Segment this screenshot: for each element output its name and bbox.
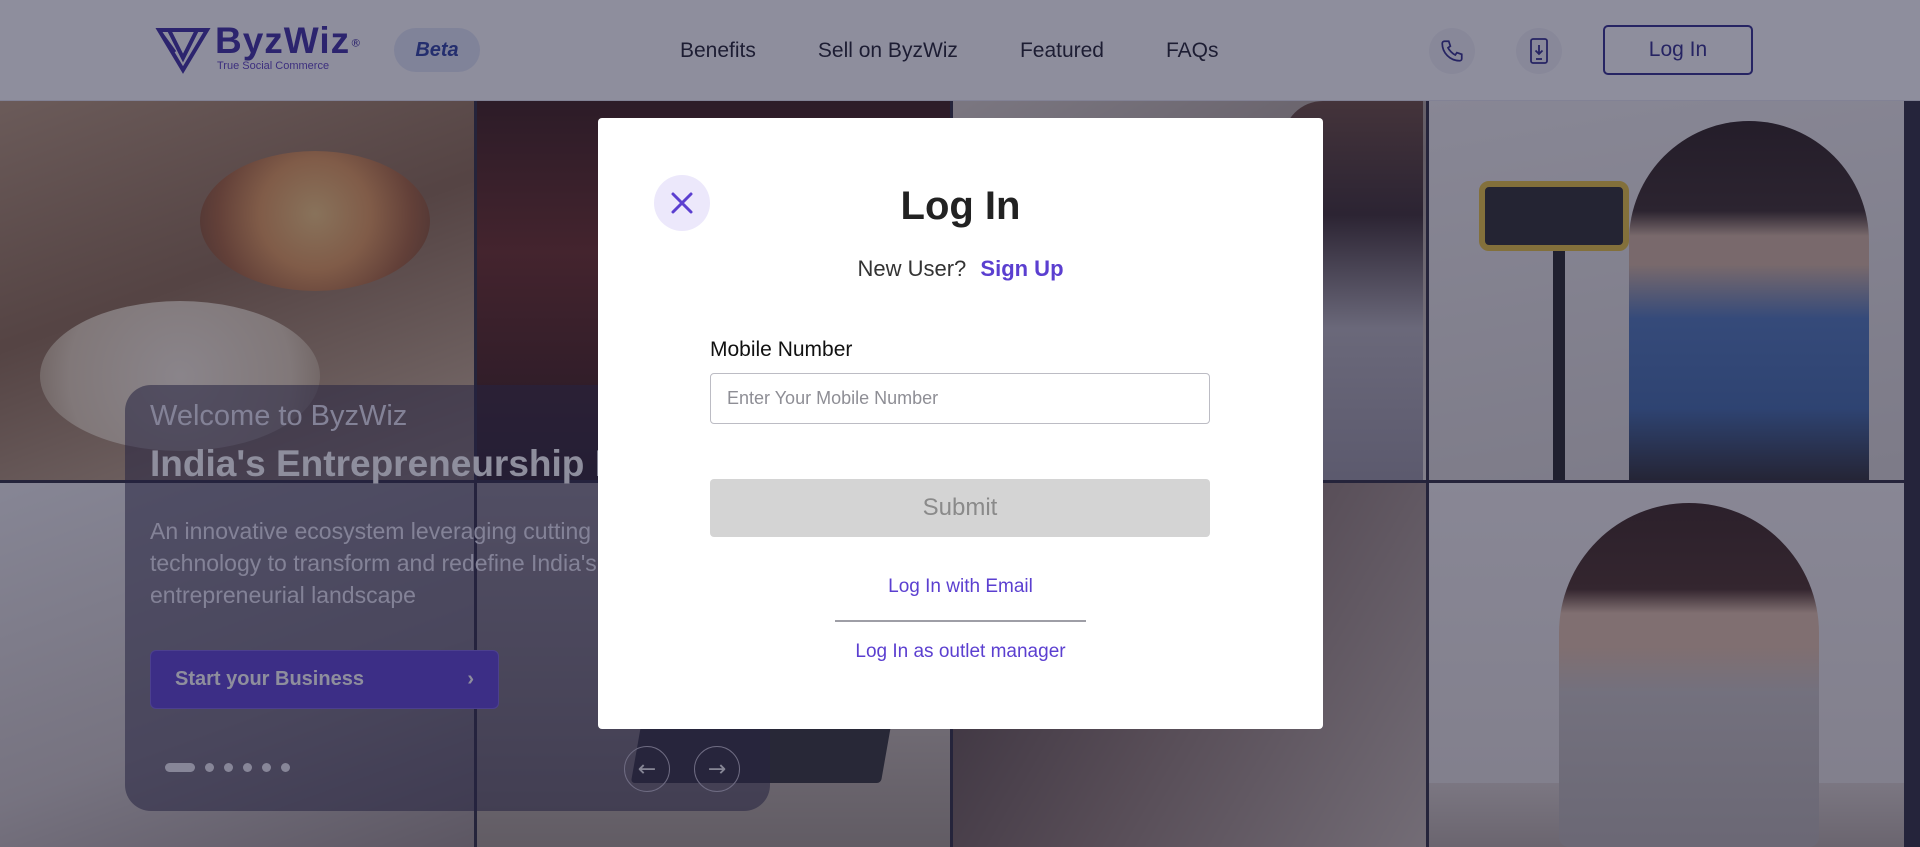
mobile-number-label: Mobile Number [710,338,853,361]
mobile-number-input[interactable] [710,373,1210,424]
login-modal: Log In New User? Sign Up Mobile Number S… [598,118,1323,729]
modal-title: Log In [900,184,1021,228]
submit-button[interactable]: Submit [710,479,1210,537]
sign-up-link[interactable]: Sign Up [980,256,1063,281]
new-user-prompt: New User? Sign Up [598,256,1323,282]
login-outlet-manager-link[interactable]: Log In as outlet manager [598,641,1323,663]
new-user-text: New User? [857,256,967,281]
divider [835,620,1086,622]
login-with-email-link[interactable]: Log In with Email [598,576,1323,598]
